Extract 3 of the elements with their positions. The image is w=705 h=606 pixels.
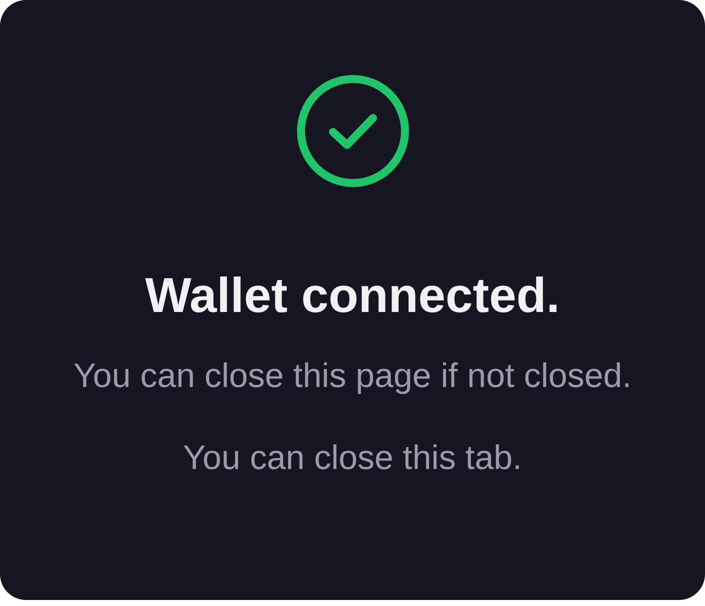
- heading: Wallet connected.: [145, 268, 560, 325]
- message-text: You can close this page if not closed.: [72, 356, 632, 397]
- message-text: You can close this tab.: [182, 438, 523, 479]
